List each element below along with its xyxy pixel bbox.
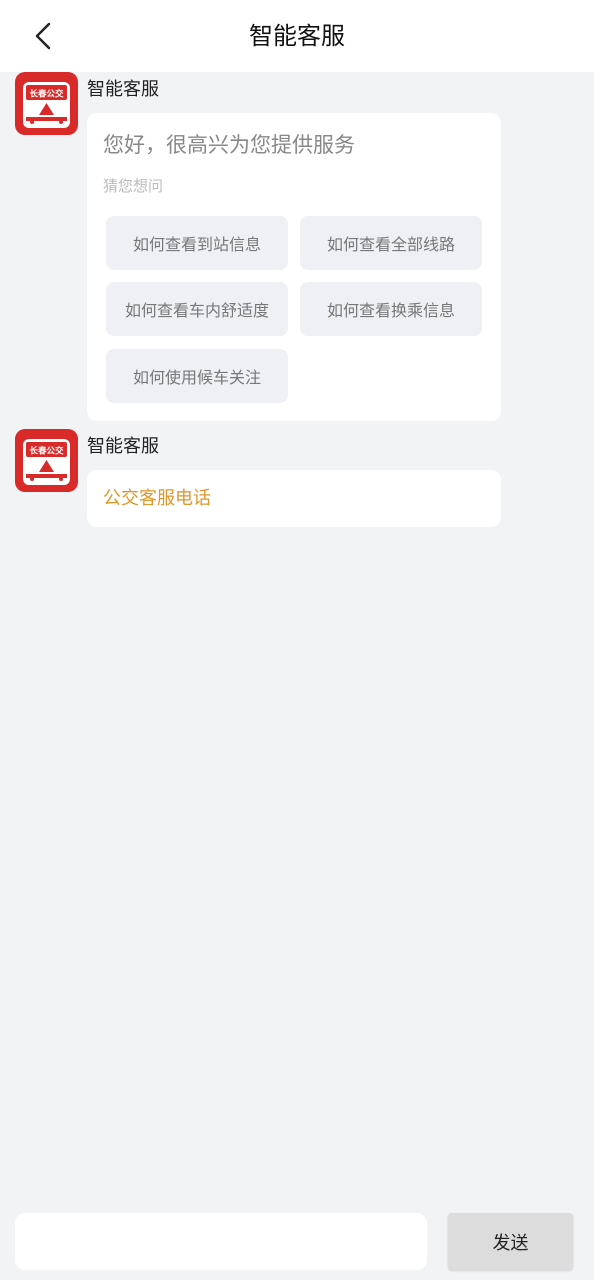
avatar: 长春公交 — [15, 429, 78, 492]
message-input[interactable] — [15, 1213, 427, 1270]
suggested-question[interactable]: 如何查看全部线路 — [300, 216, 482, 270]
service-phone-link[interactable]: 公交客服电话 — [103, 470, 211, 527]
top-bar: 智能客服 — [0, 0, 594, 72]
message-bubble: 您好，很高兴为您提供服务 猜您想问 如何查看到站信息 如何查看全部线路 如何查看… — [87, 113, 501, 421]
suggestion-hint: 猜您想问 — [103, 177, 164, 195]
suggested-question[interactable]: 如何查看到站信息 — [106, 216, 288, 270]
chat-message: 长春公交 智能客服 公交客服电话 — [0, 429, 594, 529]
message-bubble: 公交客服电话 — [87, 470, 501, 527]
greeting-text: 您好，很高兴为您提供服务 — [103, 133, 355, 157]
bus-logo-icon: 长春公交 — [23, 82, 70, 128]
suggested-question[interactable]: 如何查看换乘信息 — [300, 282, 482, 336]
send-button[interactable]: 发送 — [448, 1213, 573, 1270]
chat-message: 长春公交 智能客服 您好，很高兴为您提供服务 猜您想问 如何查看到站信息 如何查… — [0, 72, 594, 422]
sender-name: 智能客服 — [87, 79, 159, 100]
avatar: 长春公交 — [15, 72, 78, 135]
page-title: 智能客服 — [249, 22, 345, 50]
logo-text: 长春公交 — [29, 89, 64, 100]
suggested-question[interactable]: 如何查看车内舒适度 — [106, 282, 288, 336]
back-button[interactable] — [22, 14, 66, 58]
bus-logo-icon: 长春公交 — [23, 439, 70, 485]
chevron-left-icon — [35, 22, 51, 50]
sender-name: 智能客服 — [87, 436, 159, 457]
logo-text: 长春公交 — [29, 446, 64, 457]
suggested-question[interactable]: 如何使用候车关注 — [106, 349, 288, 403]
